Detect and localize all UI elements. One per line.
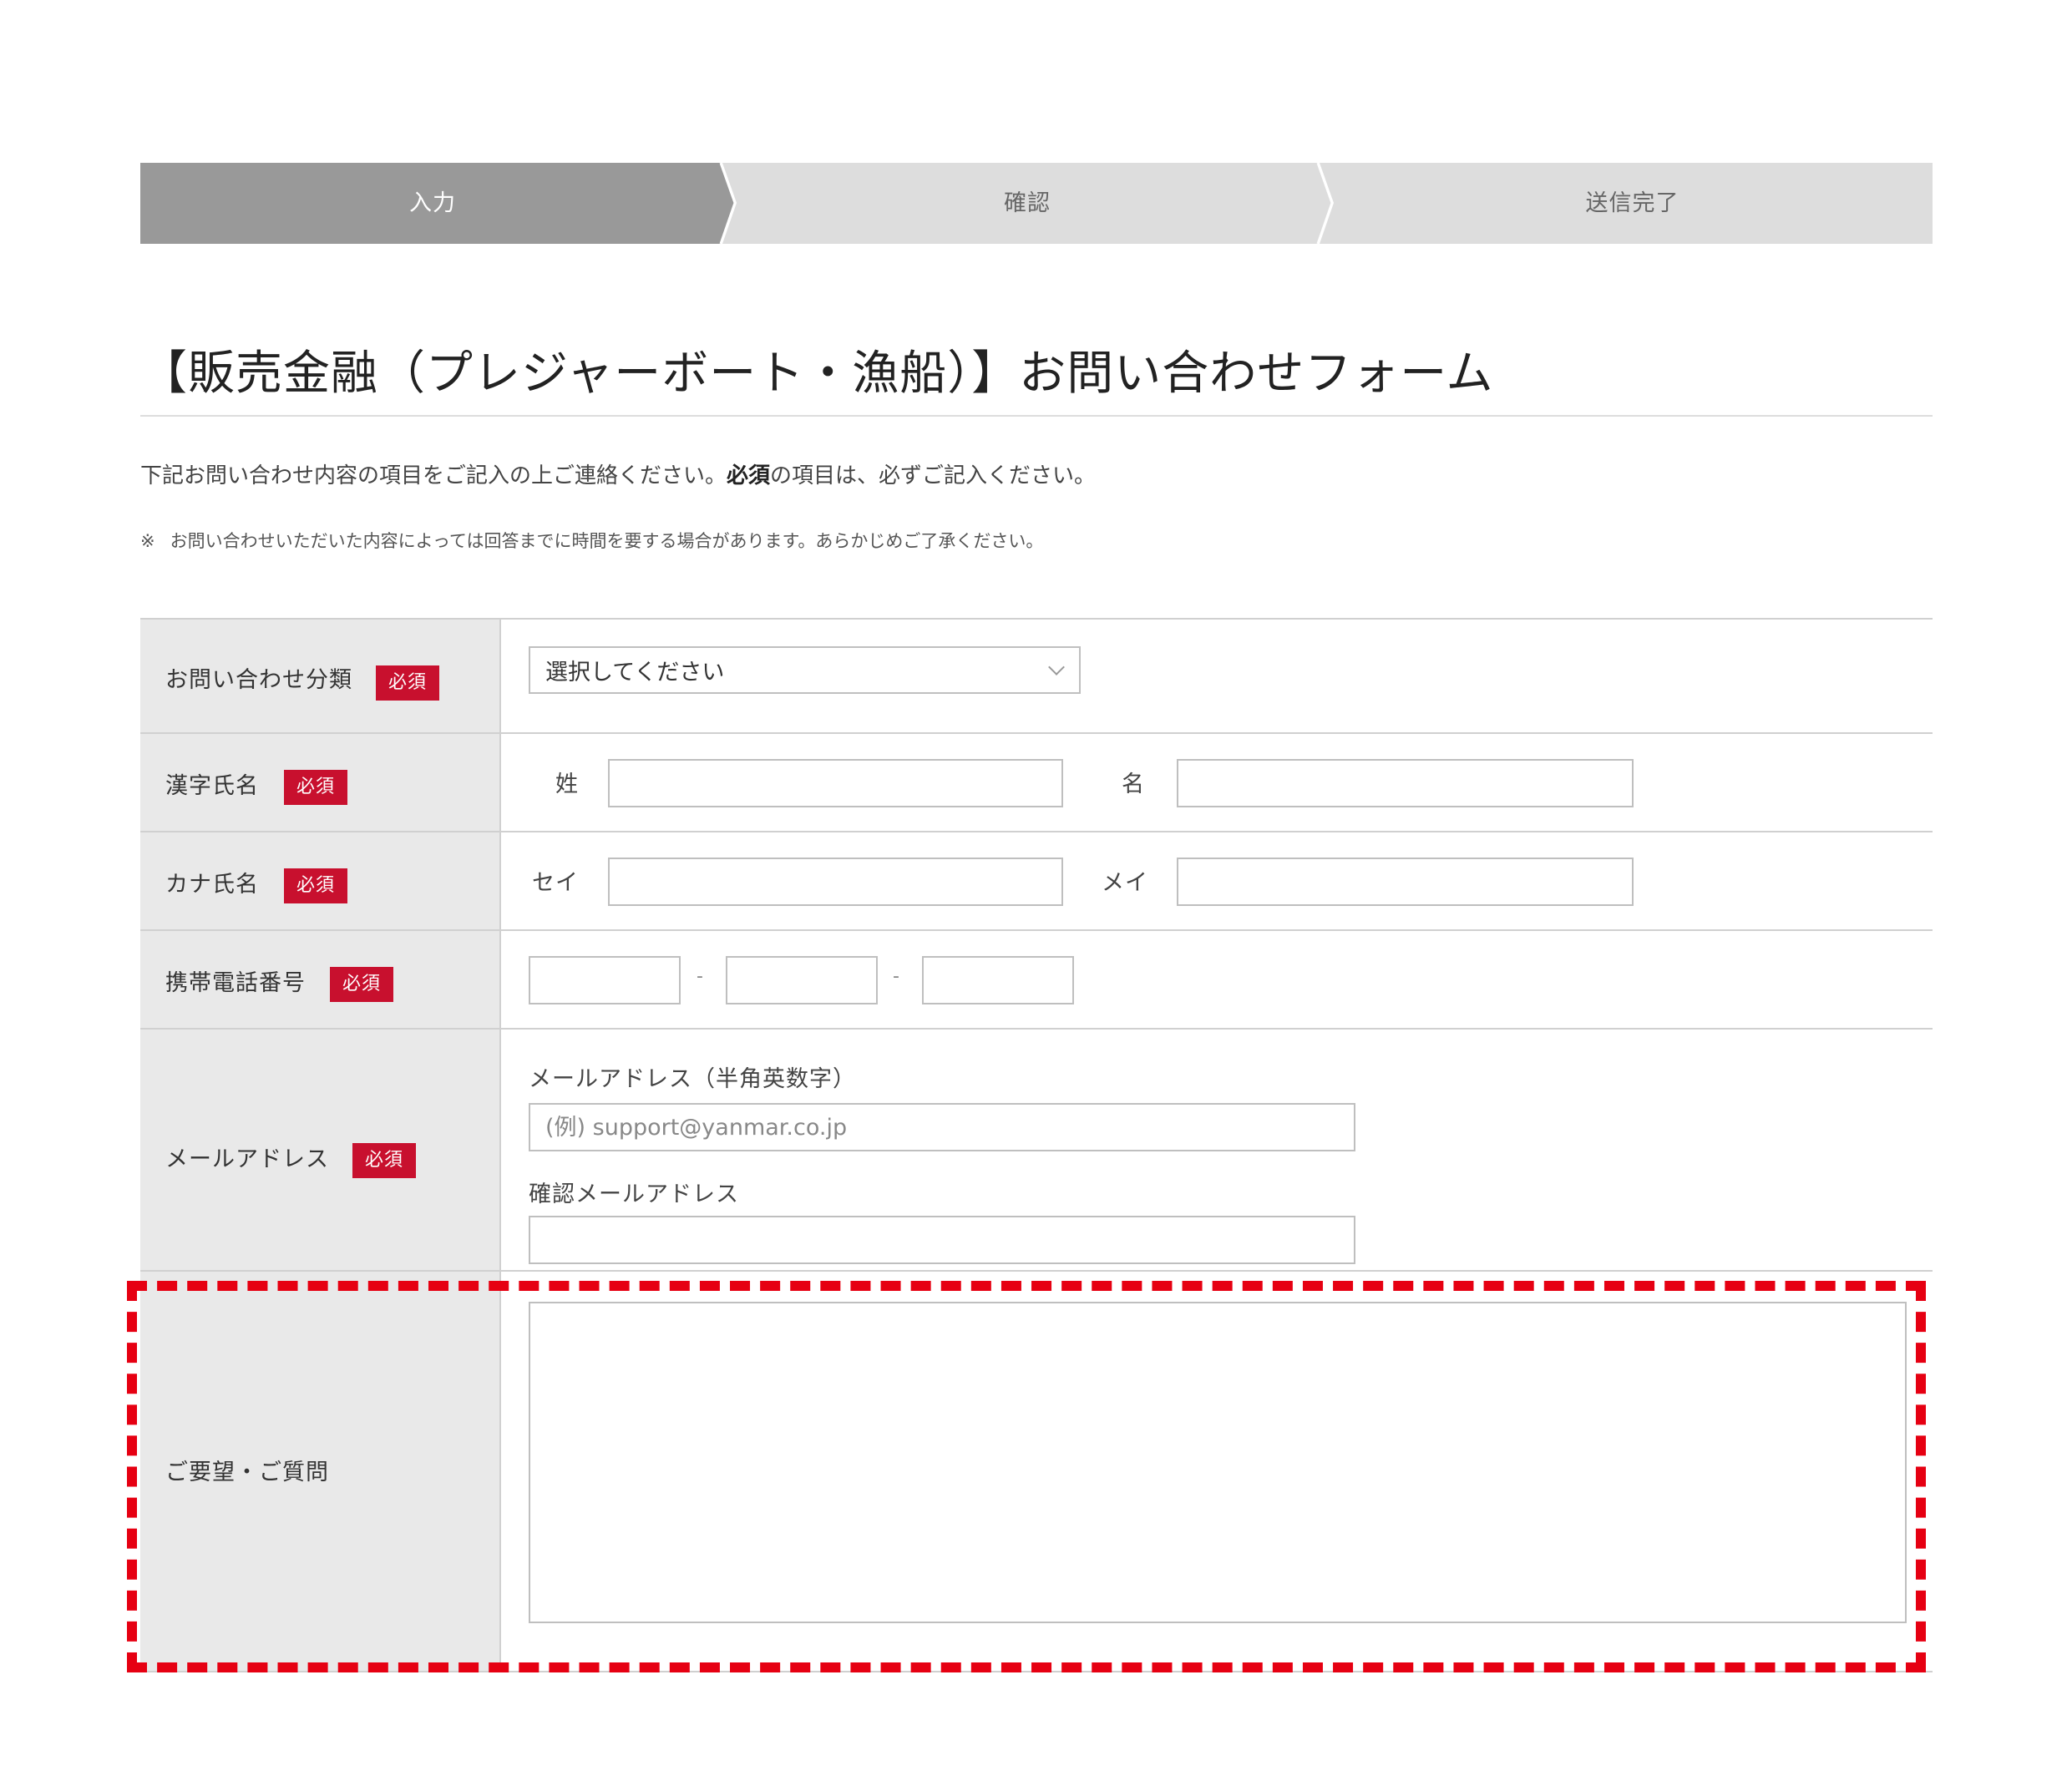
required-badge: 必須 — [284, 770, 347, 805]
required-badge: 必須 — [352, 1143, 416, 1178]
row-kanji-name: 漢字氏名 必須 姓 名 — [140, 732, 1933, 832]
page-title: 【販売金融（プレジャーボート・漁船）】お問い合わせフォーム — [140, 347, 1494, 401]
intro-text-before: 下記お問い合わせ内容の項目をご記入の上ご連絡ください。 — [140, 463, 727, 488]
first-name-kana-label: メイ — [1102, 870, 1148, 896]
first-name-kana-input[interactable] — [1177, 858, 1634, 906]
category-select[interactable]: 選択してください — [529, 646, 1081, 694]
confirm-email-input[interactable] — [529, 1216, 1355, 1264]
last-name-kana-input[interactable] — [608, 858, 1063, 906]
step-confirm: 確認 — [1004, 190, 1051, 216]
row-mobile: 携帯電話番号 必須 - - — [140, 929, 1933, 1030]
intro-text-bold: 必須 — [727, 463, 771, 488]
mobile-part3-input[interactable] — [922, 956, 1074, 1004]
category-label: お問い合わせ分類 — [165, 667, 352, 693]
phone-separator: - — [893, 966, 899, 987]
first-name-input[interactable] — [1177, 759, 1634, 807]
row-category-header: お問い合わせ分類 必須 — [140, 620, 501, 734]
title-divider — [140, 415, 1933, 417]
last-name-label: 姓 — [555, 772, 579, 797]
required-badge: 必須 — [330, 967, 393, 1002]
mobile-part1-input[interactable] — [529, 956, 681, 1004]
mobile-label: 携帯電話番号 — [165, 970, 306, 996]
note-mark: ※ — [140, 531, 155, 551]
row-mobile-header: 携帯電話番号 必須 — [140, 931, 501, 1030]
step-input: 入力 — [409, 190, 456, 216]
last-name-kana-label: セイ — [532, 870, 579, 896]
row-kana-name-header: カナ氏名 必須 — [140, 832, 501, 931]
email-label: メールアドレス — [165, 1146, 329, 1172]
notice-text: ※ お問い合わせいただいた内容によっては回答までに時間を要する場合があります。あら… — [140, 528, 1043, 554]
required-badge: 必須 — [376, 665, 439, 701]
kanji-name-label: 漢字氏名 — [165, 773, 259, 799]
highlight-annotation — [127, 1281, 1926, 1672]
step-complete: 送信完了 — [1585, 190, 1679, 216]
mobile-part2-input[interactable] — [726, 956, 878, 1004]
row-email: メールアドレス 必須 メールアドレス（半角英数字） 確認メールアドレス — [140, 1028, 1933, 1272]
row-category: お問い合わせ分類 必須 選択してください — [140, 618, 1933, 734]
required-badge: 必須 — [284, 868, 347, 903]
row-email-header: メールアドレス 必須 — [140, 1030, 501, 1272]
intro-text-after: の項目は、必ずご記入ください。 — [770, 463, 1097, 488]
kana-name-label: カナ氏名 — [165, 872, 259, 898]
row-kana-name: カナ氏名 必須 セイ メイ — [140, 831, 1933, 931]
chevron-down-icon — [1048, 659, 1065, 675]
phone-separator: - — [697, 966, 703, 987]
intro-text: 下記お問い合わせ内容の項目をご記入の上ご連絡ください。必須の項目は、必ずご記入く… — [140, 459, 1096, 493]
note-body: お問い合わせいただいた内容によっては回答までに時間を要する場合があります。あらか… — [170, 531, 1044, 551]
category-select-value: 選択してください — [545, 660, 725, 686]
row-kanji-name-header: 漢字氏名 必須 — [140, 734, 501, 832]
confirm-email-label: 確認メールアドレス — [529, 1181, 739, 1207]
step-progress-bar: 入力 確認 送信完了 — [140, 163, 1933, 244]
last-name-input[interactable] — [608, 759, 1063, 807]
email-field-label: メールアドレス（半角英数字） — [529, 1066, 856, 1092]
email-input[interactable] — [529, 1103, 1355, 1151]
first-name-label: 名 — [1122, 772, 1145, 797]
